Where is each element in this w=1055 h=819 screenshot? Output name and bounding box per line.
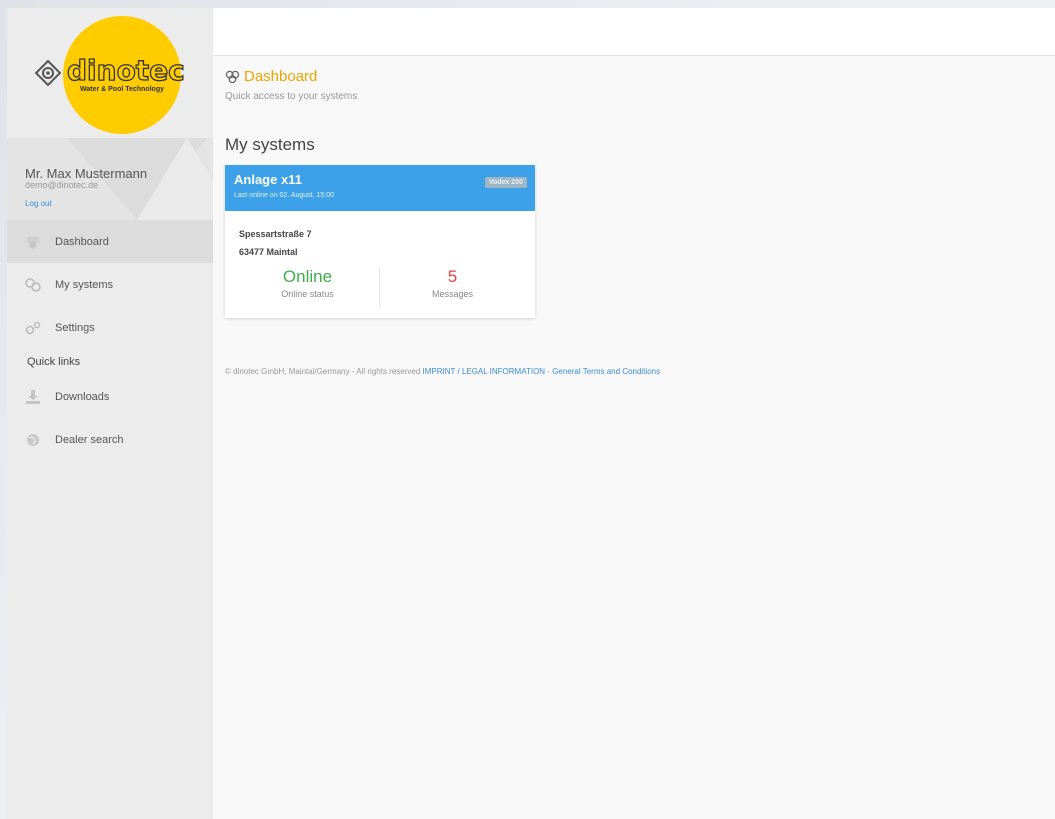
main-content: Dashboard Quick access to your systems M… bbox=[213, 56, 1055, 819]
sidebar-item-label: My systems bbox=[55, 278, 114, 291]
dashboard-icon bbox=[26, 236, 40, 248]
systems-icon bbox=[25, 277, 41, 292]
user-panel: Mr. Max Mustermann demo@dinotec.de Log o… bbox=[7, 138, 213, 220]
logout-link[interactable]: Log out bbox=[25, 199, 52, 208]
system-name: Anlage x11 bbox=[234, 172, 302, 187]
section-title: My systems bbox=[225, 135, 315, 154]
sidebar-item-dashboard[interactable]: Dashboard bbox=[7, 220, 213, 263]
globe-icon bbox=[27, 433, 39, 446]
system-last-online: Last online on 02. August, 15:00 bbox=[234, 192, 335, 199]
sidebar-item-my-systems[interactable]: My systems bbox=[7, 263, 213, 306]
footer: © dinotec GmbH, Maintal/Germany - All ri… bbox=[225, 367, 660, 376]
online-status-value: Online bbox=[282, 267, 333, 286]
sidebar-item-settings[interactable]: Settings bbox=[7, 306, 213, 349]
device-badge: Vodex 200 bbox=[484, 177, 527, 188]
sidebar-item-label: Downloads bbox=[55, 390, 110, 403]
sidebar-item-label: Settings bbox=[55, 321, 95, 334]
online-status-label: Online status bbox=[281, 289, 334, 299]
logo-tagline: Water & Pool Technology bbox=[80, 86, 165, 93]
system-address-city: 63477 Maintal bbox=[239, 247, 298, 257]
system-card[interactable]: Anlage x11 Last online on 02. August, 15… bbox=[225, 165, 535, 318]
logo-area: dinotec Water & Pool Technology bbox=[7, 8, 213, 138]
footer-copyright: © dinotec GmbH, Maintal/Germany - All ri… bbox=[225, 367, 421, 376]
messages-label: Messages bbox=[431, 289, 474, 299]
settings-icon bbox=[25, 321, 41, 334]
logo-wordmark[interactable]: dinotec bbox=[66, 53, 185, 87]
sidebar-nav: Dashboard My systems Settings Quick link… bbox=[7, 220, 213, 461]
page-title-text: Dashboard bbox=[244, 68, 318, 85]
dinotec-logo-icon bbox=[35, 60, 61, 86]
sidebar-item-dealer-search[interactable]: Dealer search bbox=[7, 418, 213, 461]
sidebar-item-label: Dashboard bbox=[55, 235, 109, 248]
dashboard-icon bbox=[225, 70, 240, 83]
page-subtitle: Quick access to your systems bbox=[225, 91, 358, 102]
quick-links-heading: Quick links bbox=[27, 356, 81, 368]
messages-count: 5 bbox=[447, 267, 458, 286]
terms-link[interactable]: General Terms and Conditions bbox=[552, 367, 660, 376]
online-status-stat: Online Online status bbox=[235, 267, 380, 299]
messages-stat[interactable]: 5 Messages bbox=[380, 267, 525, 299]
page-title: Dashboard bbox=[225, 68, 317, 85]
imprint-link[interactable]: IMPRINT / LEGAL INFORMATION bbox=[423, 367, 546, 376]
app-frame: dinotec Water & Pool Technology Mr. Max … bbox=[7, 8, 1055, 819]
top-bar bbox=[213, 8, 1055, 56]
sidebar: dinotec Water & Pool Technology Mr. Max … bbox=[7, 8, 213, 819]
user-email: demo@dinotec.de bbox=[25, 180, 99, 190]
sidebar-item-downloads[interactable]: Downloads bbox=[7, 375, 213, 418]
sidebar-item-label: Dealer search bbox=[55, 433, 124, 446]
system-card-header[interactable]: Anlage x11 Last online on 02. August, 15… bbox=[225, 165, 535, 211]
download-icon bbox=[26, 389, 40, 404]
user-name: Mr. Max Mustermann bbox=[25, 166, 148, 181]
system-address-street: Spessartstraße 7 bbox=[239, 229, 312, 239]
